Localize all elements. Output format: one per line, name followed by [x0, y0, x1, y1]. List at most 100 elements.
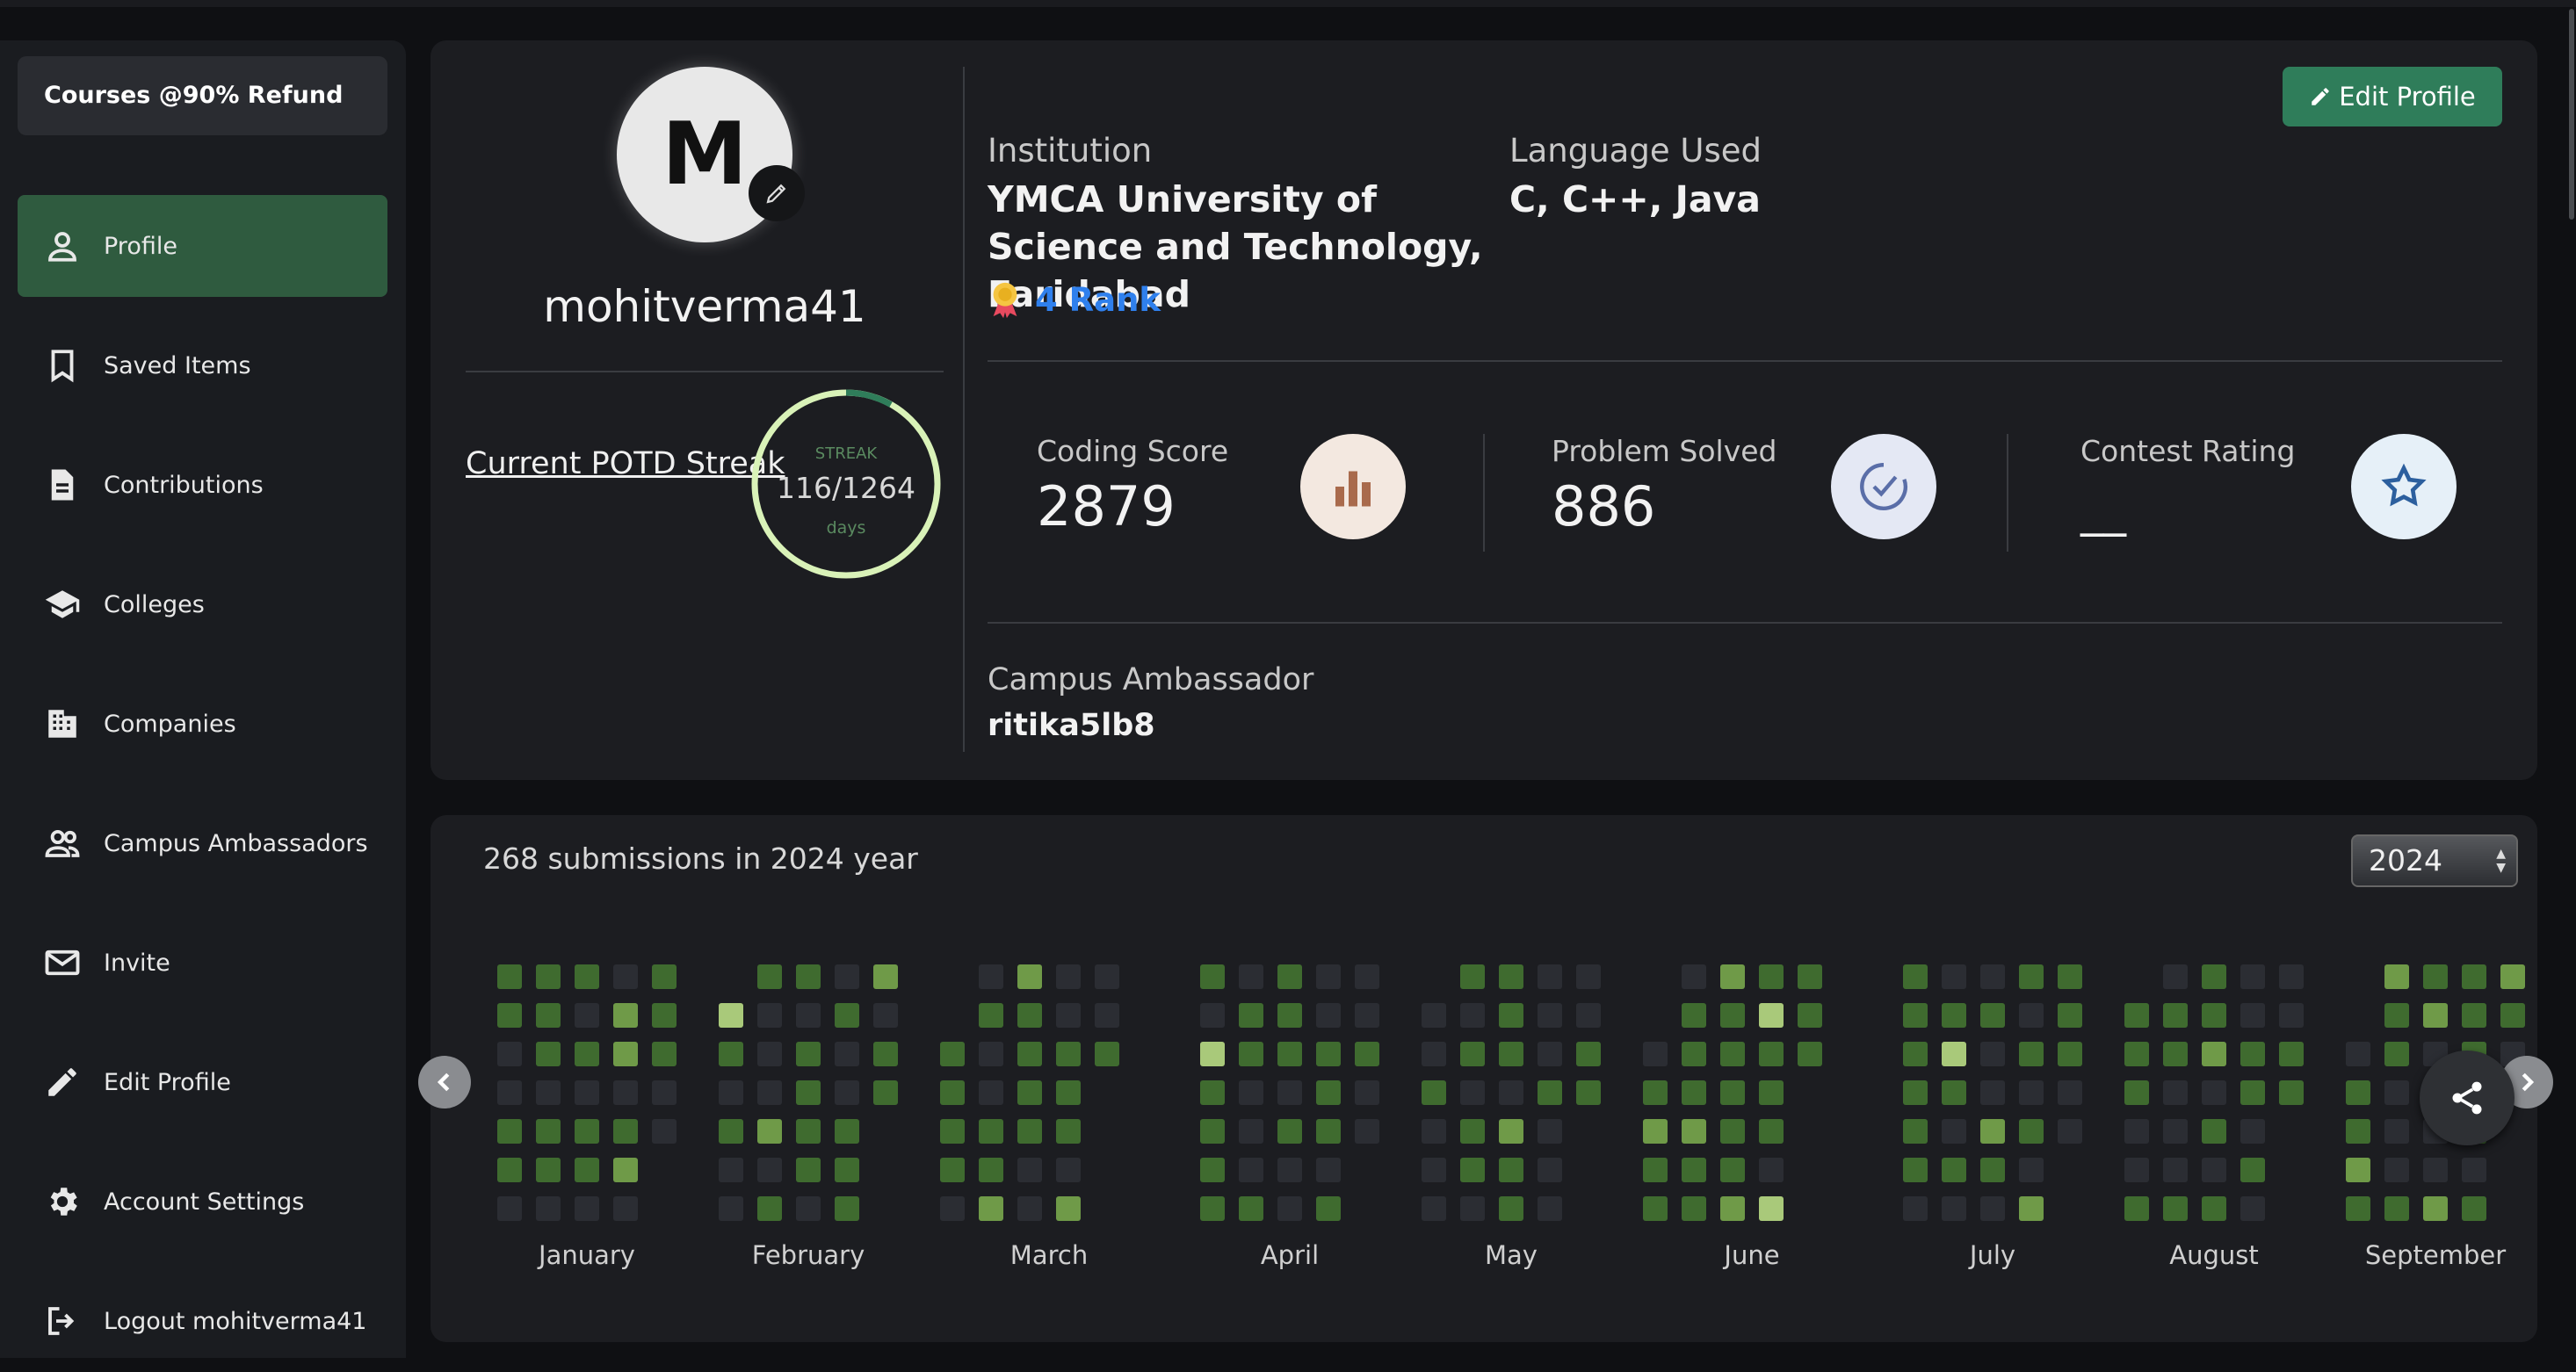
heatmap-cell[interactable] — [2058, 1119, 2082, 1144]
heatmap-cell[interactable] — [1942, 1119, 1966, 1144]
heatmap-cell[interactable] — [2019, 1119, 2044, 1144]
heatmap-cell[interactable] — [1460, 1042, 1485, 1066]
heatmap-cell[interactable] — [2124, 1042, 2149, 1066]
heatmap-cell[interactable] — [796, 1158, 821, 1182]
heatmap-cell[interactable] — [613, 964, 638, 989]
heatmap-cell[interactable] — [2500, 1003, 2525, 1028]
heatmap-cell[interactable] — [1643, 1080, 1668, 1105]
heatmap-cell[interactable] — [2058, 1080, 2082, 1105]
heatmap-cell[interactable] — [1460, 1119, 1485, 1144]
heatmap-cell[interactable] — [1980, 1119, 2005, 1144]
heatmap-cell[interactable] — [497, 1080, 522, 1105]
heatmap-cell[interactable] — [1422, 1196, 1446, 1221]
heatmap-cell[interactable] — [2202, 1119, 2226, 1144]
sidebar-item-account-settings[interactable]: Account Settings — [18, 1151, 387, 1253]
heatmap-cell[interactable] — [536, 1119, 561, 1144]
heatmap-cell[interactable] — [2240, 1042, 2265, 1066]
heatmap-cell[interactable] — [2423, 1003, 2448, 1028]
heatmap-cell[interactable] — [1316, 1196, 1341, 1221]
heatmap-cell[interactable] — [2058, 964, 2082, 989]
heatmap-cell[interactable] — [575, 1158, 599, 1182]
heatmap-cell[interactable] — [719, 1196, 743, 1221]
heatmap-cell[interactable] — [1980, 1042, 2005, 1066]
heatmap-cell[interactable] — [719, 1003, 743, 1028]
heatmap-cell[interactable] — [873, 1003, 898, 1028]
heatmap-cell[interactable] — [1460, 1158, 1485, 1182]
heatmap-cell[interactable] — [1903, 1003, 1928, 1028]
heatmap-cell[interactable] — [2240, 1119, 2265, 1144]
heatmap-cell[interactable] — [2202, 1158, 2226, 1182]
heatmap-cell[interactable] — [1720, 1158, 1745, 1182]
heatmap-cell[interactable] — [1720, 1003, 1745, 1028]
heatmap-cell[interactable] — [2346, 1042, 2370, 1066]
heatmap-cell[interactable] — [1980, 1158, 2005, 1182]
year-select[interactable]: 2024 ▲ ▼ — [2351, 834, 2518, 887]
heatmap-cell[interactable] — [2279, 1003, 2304, 1028]
heatmap-cell[interactable] — [2462, 964, 2486, 989]
heatmap-cell[interactable] — [1017, 1119, 1042, 1144]
heatmap-cell[interactable] — [873, 1042, 898, 1066]
heatmap-cell[interactable] — [1759, 1119, 1784, 1144]
sidebar-item-edit-profile[interactable]: Edit Profile — [18, 1031, 387, 1133]
courses-promo-button[interactable]: Courses @90% Refund — [18, 56, 387, 135]
heatmap-cell[interactable] — [2124, 1119, 2149, 1144]
heatmap-cell[interactable] — [2384, 1003, 2409, 1028]
heatmap-cell[interactable] — [835, 1158, 859, 1182]
heatmap-cell[interactable] — [2384, 1080, 2409, 1105]
heatmap-cell[interactable] — [536, 1080, 561, 1105]
heatmap-cell[interactable] — [1316, 1042, 1341, 1066]
heatmap-cell[interactable] — [1200, 1080, 1225, 1105]
heatmap-cell[interactable] — [2019, 1196, 2044, 1221]
heatmap-cell[interactable] — [1720, 1119, 1745, 1144]
heatmap-cell[interactable] — [1355, 1003, 1379, 1028]
heatmap-cell[interactable] — [1239, 1119, 1263, 1144]
heatmap-cell[interactable] — [1759, 1042, 1784, 1066]
heatmap-cell[interactable] — [536, 1158, 561, 1182]
heatmap-cell[interactable] — [2240, 1003, 2265, 1028]
heatmap-cell[interactable] — [979, 1196, 1003, 1221]
campus-ambassador-value[interactable]: ritika5lb8 — [988, 708, 1155, 743]
heatmap-cell[interactable] — [2279, 1080, 2304, 1105]
heatmap-cell[interactable] — [1095, 964, 1119, 989]
heatmap-cell[interactable] — [2019, 964, 2044, 989]
heatmap-cell[interactable] — [1499, 1158, 1523, 1182]
heatmap-cell[interactable] — [979, 1042, 1003, 1066]
heatmap-cell[interactable] — [2163, 1196, 2188, 1221]
heatmap-cell[interactable] — [652, 964, 677, 989]
heatmap-cell[interactable] — [1980, 964, 2005, 989]
sidebar-item-profile[interactable]: Profile — [18, 195, 387, 297]
heatmap-cell[interactable] — [2240, 1196, 2265, 1221]
heatmap-cell[interactable] — [2019, 1158, 2044, 1182]
heatmap-cell[interactable] — [1499, 1196, 1523, 1221]
heatmap-cell[interactable] — [1277, 1119, 1302, 1144]
heatmap-cell[interactable] — [652, 1003, 677, 1028]
heatmap-cell[interactable] — [1017, 1196, 1042, 1221]
heatmap-cell[interactable] — [1903, 1080, 1928, 1105]
scrollbar[interactable] — [2569, 9, 2574, 220]
heatmap-cell[interactable] — [1499, 1119, 1523, 1144]
heatmap-cell[interactable] — [940, 1158, 965, 1182]
heatmap-cell[interactable] — [1942, 1196, 1966, 1221]
heatmap-cell[interactable] — [575, 1042, 599, 1066]
heatmap-cell[interactable] — [575, 1003, 599, 1028]
heatmap-cell[interactable] — [1682, 1042, 1706, 1066]
heatmap-cell[interactable] — [979, 1158, 1003, 1182]
heatmap-cell[interactable] — [1538, 1158, 1562, 1182]
heatmap-cell[interactable] — [1576, 1042, 1601, 1066]
heatmap-cell[interactable] — [2124, 1158, 2149, 1182]
heatmap-cell[interactable] — [1056, 1003, 1081, 1028]
heatmap-cell[interactable] — [1798, 1003, 1822, 1028]
heatmap-cell[interactable] — [1759, 964, 1784, 989]
heatmap-cell[interactable] — [719, 1042, 743, 1066]
heatmap-cell[interactable] — [1942, 1003, 1966, 1028]
heatmap-cell[interactable] — [835, 1042, 859, 1066]
heatmap-cell[interactable] — [652, 1042, 677, 1066]
heatmap-cell[interactable] — [497, 1003, 522, 1028]
heatmap-cell[interactable] — [719, 1158, 743, 1182]
heatmap-cell[interactable] — [1980, 1080, 2005, 1105]
heatmap-cell[interactable] — [1460, 1196, 1485, 1221]
heatmap-cell[interactable] — [536, 1196, 561, 1221]
heatmap-cell[interactable] — [2202, 1003, 2226, 1028]
heatmap-cell[interactable] — [1903, 1158, 1928, 1182]
heatmap-cell[interactable] — [1903, 964, 1928, 989]
